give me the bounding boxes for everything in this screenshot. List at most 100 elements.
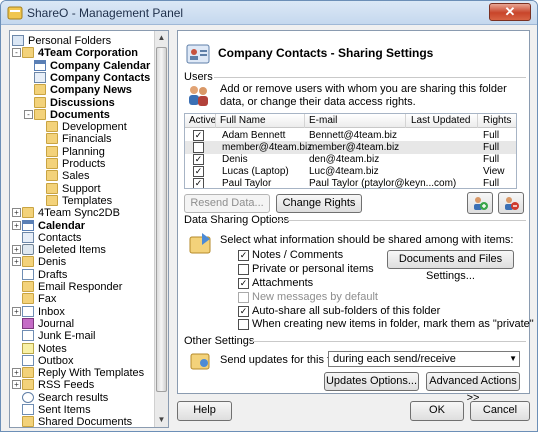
expand-icon[interactable]: + [12, 220, 21, 230]
option-label: Attachments [252, 277, 314, 289]
tree-item[interactable]: Planning [12, 145, 162, 158]
tree-item[interactable]: Company Contacts [12, 71, 162, 84]
remove-user-button[interactable] [498, 192, 524, 214]
add-user-button[interactable] [467, 192, 493, 214]
tree-item[interactable]: + Deleted Items [12, 244, 162, 256]
help-button[interactable]: Help [177, 401, 232, 421]
tree-item[interactable]: Contacts [12, 231, 162, 244]
tree-item[interactable]: Products [12, 158, 162, 170]
tree-item-label: Sales [62, 170, 90, 183]
tree-item[interactable]: + Denis [12, 256, 162, 268]
cancel-button[interactable]: Cancel [470, 401, 530, 421]
tree-scrollbar[interactable]: ▲ ▼ [154, 31, 168, 427]
tree-item[interactable]: Development [12, 121, 162, 133]
expand-icon[interactable]: + [12, 380, 21, 390]
send-updates-select[interactable]: during each send/receive ▼ [328, 351, 520, 367]
tree-item[interactable]: Email Responder [12, 281, 162, 293]
close-button[interactable]: ✕ [489, 3, 531, 21]
tree-item[interactable]: Drafts [12, 268, 162, 281]
documents-files-settings-button[interactable]: Documents and Files Settings... [387, 250, 514, 282]
tree-item-label: Notes [38, 342, 67, 355]
active-checkbox[interactable]: ✓ [193, 166, 204, 177]
option-checkbox[interactable]: ✓ [238, 278, 249, 289]
tree-item[interactable]: Personal Folders [12, 35, 162, 47]
updates-options-button[interactable]: Updates Options... [324, 372, 419, 391]
active-checkbox[interactable]: ✓ [193, 178, 204, 188]
active-checkbox[interactable]: ✓ [193, 130, 204, 141]
shareo-app-icon [7, 6, 23, 20]
tree-item[interactable]: Discussions [12, 96, 162, 109]
table-row[interactable]: ✓ Paul Taylor Paul Taylor (ptaylor@keyn...… [185, 177, 516, 189]
collapse-icon[interactable]: - [24, 109, 33, 119]
tree-item[interactable]: Journal [12, 317, 162, 330]
users-icon [189, 86, 208, 106]
tree-item[interactable]: + RSS Feeds [12, 379, 162, 391]
tree-item[interactable]: Outbox [12, 354, 162, 367]
contacts-icon [22, 231, 34, 243]
tree-item[interactable]: Search results [12, 391, 162, 404]
col-full-name[interactable]: Full Name [220, 115, 266, 126]
col-email[interactable]: E-mail [309, 115, 337, 126]
folder-update-icon [190, 353, 210, 370]
tree-item[interactable]: Fax [12, 293, 162, 305]
folder-icon [46, 145, 58, 157]
add-user-icon [474, 197, 488, 210]
folder-tree[interactable]: Personal Folders -4Team Corporation Compan… [9, 30, 169, 428]
option-checkbox[interactable] [238, 292, 249, 303]
active-checkbox[interactable]: ✓ [193, 154, 204, 165]
tree-item-label: Company Contacts [50, 71, 151, 84]
scroll-down-icon[interactable]: ▼ [155, 413, 168, 427]
tree-item-label: Reply With Templates [38, 367, 145, 380]
ok-button[interactable]: OK [410, 401, 464, 421]
tree-item-label: Drafts [38, 268, 68, 281]
tree-item[interactable]: Company Calendar [12, 59, 162, 72]
option-checkbox[interactable]: ✓ [238, 306, 249, 317]
option-checkbox[interactable]: ✓ [238, 250, 249, 261]
tree-item[interactable]: Company News [12, 84, 162, 96]
tree-item[interactable]: - 4Team Corporation [12, 47, 162, 59]
tree-item[interactable]: + Reply With Templates [12, 367, 162, 379]
tree-item[interactable]: Templates [12, 194, 162, 207]
tree-item-label: Deleted Items [38, 244, 106, 257]
expand-icon[interactable]: + [12, 245, 21, 255]
tree-item[interactable]: Support [12, 182, 162, 195]
tree-item[interactable]: +4Team Sync2DB [12, 207, 162, 219]
col-rights[interactable]: Rights [483, 115, 511, 126]
col-active[interactable]: Active [189, 115, 216, 126]
mail-icon [22, 404, 34, 415]
scrollbar-thumb[interactable] [156, 47, 167, 392]
expand-icon[interactable]: + [12, 306, 21, 316]
option-checkbox[interactable] [238, 264, 249, 275]
tree-item[interactable]: Sent Items [12, 404, 162, 416]
tree-item[interactable]: + Calendar [12, 219, 162, 232]
tree-item[interactable]: Junk E-mail [12, 330, 162, 342]
sharing-option[interactable]: ✓ Auto-share all sub-folders of this fold… [238, 305, 518, 318]
expand-icon[interactable]: + [12, 208, 21, 218]
tree-item[interactable]: Financials [12, 133, 162, 145]
collapse-icon[interactable]: - [12, 48, 21, 58]
sharing-option[interactable]: New messages by default [238, 291, 518, 304]
tree-item[interactable]: - Documents [12, 108, 162, 121]
tree-item[interactable]: Notes [12, 342, 162, 355]
expand-icon[interactable]: + [12, 257, 21, 267]
tree-item-label: Development [62, 121, 127, 134]
change-rights-button[interactable]: Change Rights [276, 194, 362, 213]
tree-item[interactable]: Sales [12, 170, 162, 182]
sharing-option[interactable]: ✓ Attachments [238, 277, 518, 290]
cell-name: Paul Taylor [222, 178, 272, 189]
option-checkbox[interactable] [238, 319, 249, 330]
active-checkbox[interactable] [193, 142, 204, 153]
scroll-up-icon[interactable]: ▲ [155, 31, 168, 45]
advanced-actions-button[interactable]: Advanced Actions >> [426, 372, 520, 404]
resend-data-button[interactable]: Resend Data... [184, 194, 270, 213]
tree-item[interactable]: Shared Documents [12, 416, 162, 427]
users-table[interactable]: Active Full Name E-mail Last Updated Rig… [184, 113, 517, 189]
expand-icon[interactable]: + [12, 368, 21, 378]
sharing-option[interactable]: When creating new items in folder, mark … [238, 318, 537, 331]
tree-item-label: Templates [62, 194, 113, 207]
folder-icon [22, 47, 34, 59]
tree-item[interactable]: + Inbox [12, 305, 162, 318]
tree-item-label: Support [62, 182, 101, 195]
col-last-updated[interactable]: Last Updated [411, 115, 471, 126]
trash-icon [22, 244, 34, 256]
